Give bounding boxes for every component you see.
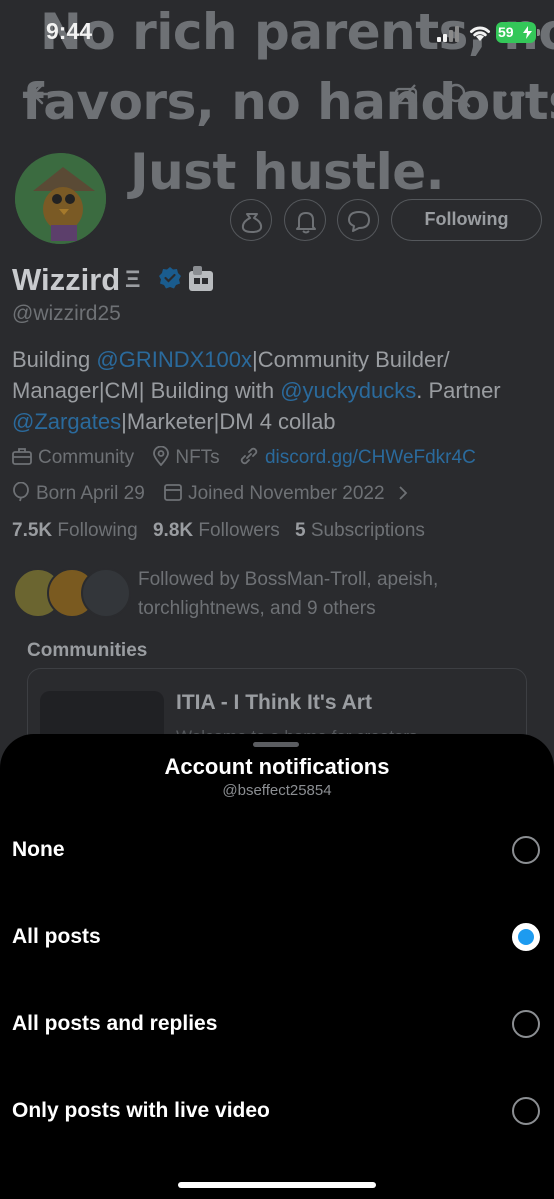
- avatar-duck-image: [15, 153, 106, 244]
- banner-line-2: favors, no handouts.: [22, 73, 554, 131]
- balloon-icon: [13, 481, 29, 502]
- sheet-subtitle: @bseffect25854: [222, 782, 332, 799]
- notifications-button[interactable]: [284, 199, 326, 241]
- bio-mention-zargates[interactable]: @Zargates: [12, 409, 121, 434]
- sheet-title: Account notifications: [164, 754, 390, 779]
- location-item: NFTs: [153, 445, 220, 469]
- profile-bio: Building @GRINDX100x|Community Builder/ …: [12, 344, 542, 437]
- radio-none[interactable]: [512, 836, 540, 864]
- link-icon: [240, 447, 258, 465]
- display-name-suffix: Ξ: [125, 266, 141, 293]
- subscriptions-label: Subscriptions: [310, 520, 425, 541]
- option-label: All posts and replies: [12, 1012, 218, 1035]
- born-label: Born April 29: [36, 483, 145, 504]
- chat-bubble-icon: [348, 211, 370, 232]
- chevron-right-icon: [399, 486, 408, 500]
- followers-count: 9.8K: [152, 520, 194, 541]
- battery-icon: 59: [496, 22, 540, 43]
- location-pin-icon: [153, 445, 170, 467]
- charging-bolt-icon: [523, 26, 532, 39]
- more-icon[interactable]: [500, 88, 526, 100]
- subscriptions-count: 5: [294, 520, 306, 541]
- battery-level: 59: [498, 24, 514, 40]
- location-label: NFTs: [175, 447, 220, 468]
- option-none[interactable]: None: [0, 806, 554, 893]
- communities-heading: Communities: [27, 640, 148, 661]
- bio-text: . Partner: [416, 378, 501, 403]
- bell-plus-icon: [296, 212, 316, 234]
- briefcase-icon: [12, 448, 32, 465]
- profile-handle: @wizzird25: [12, 302, 121, 325]
- cellular-signal-icon: [437, 26, 463, 42]
- wifi-icon: [470, 26, 490, 41]
- profile-meta-row-2: Born April 29 Joined November 2022: [12, 481, 422, 505]
- sheet-grabber[interactable]: [253, 742, 299, 747]
- banner-line-3: Just hustle.: [130, 143, 445, 201]
- bio-text: |Marketer|DM 4 collab: [121, 409, 336, 434]
- option-label: None: [12, 838, 65, 861]
- bio-text: Building: [12, 347, 97, 372]
- bio-mention-yuckyducks[interactable]: @yuckyducks: [280, 378, 416, 403]
- followed-by-text[interactable]: Followed by BossMan-Troll, apeish, torch…: [138, 565, 498, 623]
- verified-badge-icon[interactable]: [158, 266, 182, 290]
- back-arrow-icon[interactable]: [30, 82, 56, 106]
- followers-label: Followers: [198, 520, 280, 541]
- tip-button[interactable]: [230, 199, 272, 241]
- option-all-posts-and-replies[interactable]: All posts and replies: [0, 980, 554, 1067]
- joined-item[interactable]: Joined November 2022: [164, 483, 408, 505]
- search-icon[interactable]: [445, 82, 471, 108]
- message-button[interactable]: [337, 199, 379, 241]
- radio-all-posts-and-replies[interactable]: [512, 1010, 540, 1038]
- radio-all-posts[interactable]: [512, 923, 540, 951]
- followers-stat[interactable]: 9.8K Followers: [153, 520, 280, 541]
- status-bar: 9:44 59: [0, 0, 554, 66]
- following-label: Following: [57, 520, 138, 541]
- following-button[interactable]: Following: [391, 199, 542, 241]
- display-name: Wizzird: [12, 262, 121, 297]
- calendar-icon: [164, 484, 182, 501]
- option-all-posts[interactable]: All posts: [0, 893, 554, 980]
- no-camera-icon[interactable]: [393, 82, 419, 108]
- follower-avatar: [81, 568, 131, 618]
- avatar[interactable]: [12, 150, 109, 247]
- following-stat[interactable]: 7.5K Following: [12, 520, 138, 541]
- option-live-video[interactable]: Only posts with live video: [0, 1067, 554, 1154]
- option-label: All posts: [12, 925, 101, 948]
- bio-mention-grindx[interactable]: @GRINDX100x: [96, 347, 252, 372]
- profile-stats: 7.5K Following 9.8K Followers 5 Subscrip…: [12, 520, 435, 542]
- account-notifications-sheet: Account notifications @bseffect25854 Non…: [0, 734, 554, 1199]
- money-bag-icon: [241, 213, 263, 233]
- link-item[interactable]: discord.gg/CHWeFdkr4C: [239, 446, 476, 469]
- subscriptions-stat[interactable]: 5 Subscriptions: [295, 520, 425, 541]
- category-item: Community: [12, 447, 134, 469]
- following-count: 7.5K: [12, 520, 53, 541]
- status-time: 9:44: [46, 18, 93, 44]
- birthday-item: Born April 29: [12, 481, 145, 505]
- home-indicator[interactable]: [178, 1182, 376, 1188]
- joined-label: Joined November 2022: [188, 483, 385, 504]
- followed-by-avatars[interactable]: [13, 568, 131, 620]
- profile-link[interactable]: discord.gg/CHWeFdkr4C: [265, 447, 476, 468]
- community-name: ITIA - I Think It's Art: [176, 691, 372, 714]
- radio-live-video[interactable]: [512, 1097, 540, 1125]
- profile-meta-row-1: Community NFTs discord.gg/CHWeFdkr4C: [12, 445, 490, 469]
- category-label: Community: [38, 447, 135, 468]
- affiliate-badge-icon[interactable]: [188, 265, 214, 293]
- option-label: Only posts with live video: [12, 1099, 270, 1122]
